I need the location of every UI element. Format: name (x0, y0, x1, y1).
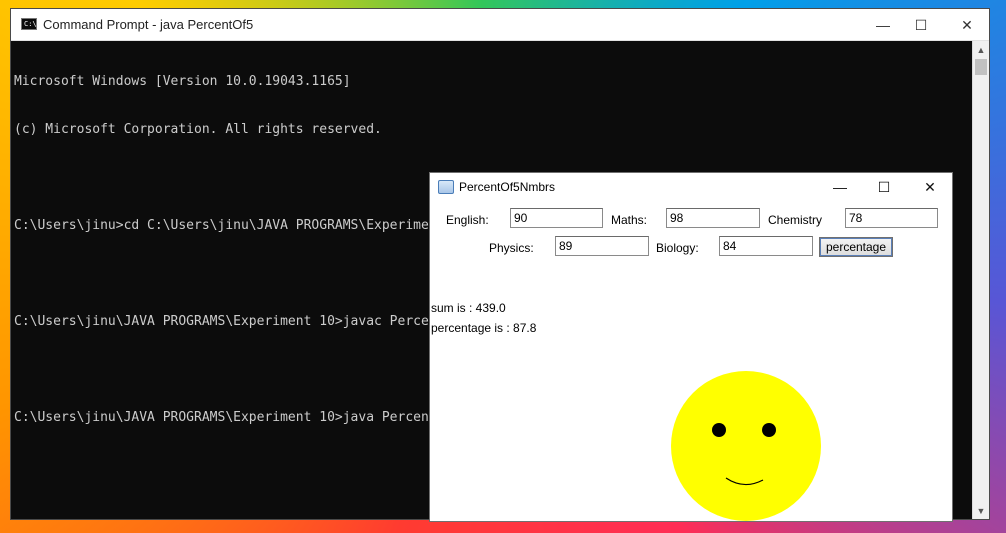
physics-input[interactable] (555, 236, 649, 256)
java-window-icon (438, 180, 454, 194)
percentage-button[interactable]: percentage (819, 237, 893, 257)
maximize-button[interactable]: ☐ (898, 9, 944, 41)
physics-label: Physics: (489, 241, 534, 255)
applet-titlebar[interactable]: PercentOf5Nmbrs — ☐ ✕ (430, 173, 952, 201)
english-input[interactable] (510, 208, 603, 228)
chemistry-label: Chemistry (768, 213, 823, 227)
sum-output: sum is : 439.0 (431, 301, 506, 315)
applet-close-button[interactable]: ✕ (907, 173, 953, 201)
biology-label: Biology: (656, 241, 699, 255)
command-prompt-title: Command Prompt - java PercentOf5 (43, 17, 254, 32)
console-line: (c) Microsoft Corporation. All rights re… (14, 122, 382, 137)
scroll-up-arrow-icon[interactable]: ▲ (973, 41, 989, 58)
percentage-output: percentage is : 87.8 (431, 321, 537, 335)
applet-maximize-button[interactable]: ☐ (861, 173, 907, 201)
applet-title: PercentOf5Nmbrs (459, 180, 556, 194)
smiley-face-icon (671, 371, 821, 521)
biology-input[interactable] (719, 236, 813, 256)
face-circle (671, 371, 821, 521)
maths-label: Maths: (611, 213, 648, 227)
command-prompt-titlebar[interactable]: C:\ Command Prompt - java PercentOf5 — ☐… (11, 9, 989, 41)
console-line: Microsoft Windows [Version 10.0.19043.11… (14, 74, 351, 89)
chemistry-input[interactable] (845, 208, 938, 228)
maths-input[interactable] (666, 208, 760, 228)
scroll-down-arrow-icon[interactable]: ▼ (973, 502, 989, 519)
scrollbar-thumb[interactable] (975, 59, 987, 75)
right-eye (762, 423, 776, 437)
console-icon: C:\ (21, 18, 37, 30)
left-eye (712, 423, 726, 437)
console-scrollbar[interactable]: ▲ ▼ (972, 41, 989, 519)
applet-window: PercentOf5Nmbrs — ☐ ✕ English: Maths: Ch… (429, 172, 953, 522)
english-label: English: (446, 213, 489, 227)
close-button[interactable]: ✕ (944, 9, 990, 41)
applet-minimize-button[interactable]: — (817, 173, 863, 201)
